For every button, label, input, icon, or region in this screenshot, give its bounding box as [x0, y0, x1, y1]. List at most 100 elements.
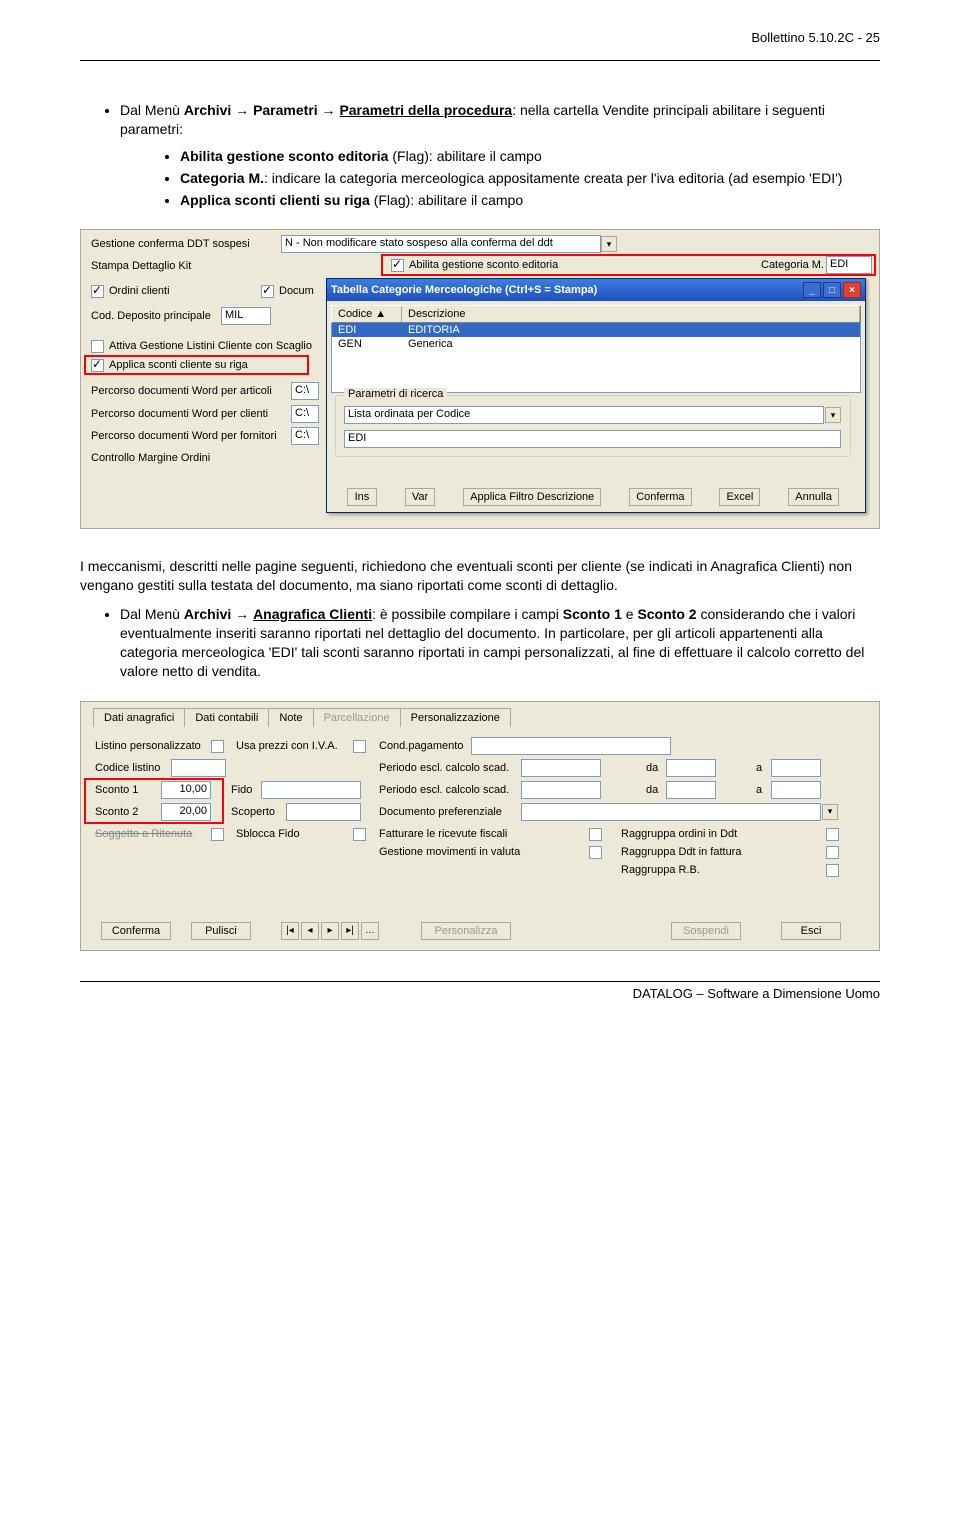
- btn-conferma[interactable]: Conferma: [629, 488, 691, 506]
- chk-raggrb[interactable]: [826, 864, 839, 877]
- lbl-a1: a: [756, 762, 762, 774]
- btn-var[interactable]: Var: [405, 488, 435, 506]
- field-edi-search[interactable]: EDI: [344, 430, 841, 448]
- btn-excel[interactable]: Excel: [719, 488, 760, 506]
- field-codlist[interactable]: [171, 759, 226, 777]
- btn-esci[interactable]: Esci: [781, 922, 841, 940]
- tab-dati-anagrafici[interactable]: Dati anagrafici: [93, 708, 185, 727]
- lbl-scoperto: Scoperto: [231, 806, 275, 818]
- chk-applica[interactable]: [91, 359, 104, 372]
- dropdown-icon-2[interactable]: [825, 407, 841, 423]
- para-anagrafica: Dal Menù Archivi → Anagrafica Clienti: è…: [120, 605, 880, 681]
- para-meccanismi: I meccanismi, descritti nelle pagine seg…: [80, 557, 880, 595]
- chk-ordini[interactable]: [91, 285, 104, 298]
- btn-personalizza[interactable]: Personalizza: [421, 922, 511, 940]
- lbl-raggddt: Raggruppa Ddt in fattura: [621, 846, 741, 858]
- btn-annulla[interactable]: Annulla: [788, 488, 839, 506]
- field-a2[interactable]: [771, 781, 821, 799]
- dropdown-icon-3[interactable]: [822, 804, 838, 820]
- minimize-button[interactable]: _: [803, 282, 821, 298]
- lbl-docum: Docum: [279, 285, 314, 297]
- chk-sblocca[interactable]: [353, 828, 366, 841]
- field-mil[interactable]: MIL: [221, 307, 271, 325]
- field-lista-ord[interactable]: Lista ordinata per Codice: [344, 406, 824, 424]
- tab-dati-contabili[interactable]: Dati contabili: [184, 708, 269, 727]
- btn-conferma2[interactable]: Conferma: [101, 922, 171, 940]
- lbl-gest-conf: Gestione conferma DDT sospesi: [91, 238, 250, 250]
- nav-last-icon[interactable]: ▸|: [341, 922, 359, 940]
- chk-gestmov[interactable]: [589, 846, 602, 859]
- chk-attiva[interactable]: [91, 340, 104, 353]
- chk-abilita[interactable]: [391, 259, 404, 272]
- field-periodo2[interactable]: [521, 781, 601, 799]
- btn-sospendi[interactable]: Sospendi: [671, 922, 741, 940]
- nav-more-icon[interactable]: …: [361, 922, 379, 940]
- lbl-a2: a: [756, 784, 762, 796]
- field-fido[interactable]: [261, 781, 361, 799]
- popup-title: Tabella Categorie Merceologiche (Ctrl+S …: [331, 284, 597, 296]
- field-da2[interactable]: [666, 781, 716, 799]
- field-a1[interactable]: [771, 759, 821, 777]
- footer-rule: [80, 981, 880, 982]
- lbl-sblocca: Sblocca Fido: [236, 828, 300, 840]
- fieldset-title: Parametri di ricerca: [344, 388, 447, 400]
- field-ccli[interactable]: C:\: [291, 405, 319, 423]
- header-page-label: Bollettino 5.10.2C - 25: [751, 30, 880, 45]
- lbl-raggord: Raggruppa ordini in Ddt: [621, 828, 737, 840]
- lbl-codlist: Codice listino: [95, 762, 160, 774]
- field-cart[interactable]: C:\: [291, 382, 319, 400]
- lbl-abilita: Abilita gestione sconto editoria: [409, 259, 558, 271]
- lbl-perc-cli: Percorso documenti Word per clienti: [91, 408, 268, 420]
- close-button[interactable]: ×: [843, 282, 861, 298]
- lbl-gestmov: Gestione movimenti in valuta: [379, 846, 520, 858]
- lbl-ordini: Ordini clienti: [109, 285, 170, 297]
- lbl-periodo2: Periodo escl. calcolo scad.: [379, 784, 509, 796]
- lbl-usa-prezzi: Usa prezzi con I.V.A.: [236, 740, 338, 752]
- lbl-soggetto: Soggetto a Ritenuta: [95, 828, 192, 840]
- lbl-coddep: Cod. Deposito principale: [91, 310, 211, 322]
- chk-raggddt[interactable]: [826, 846, 839, 859]
- chk-fattric[interactable]: [589, 828, 602, 841]
- popup-categorie: Tabella Categorie Merceologiche (Ctrl+S …: [326, 278, 866, 513]
- field-sconto1[interactable]: 10,00: [161, 781, 211, 799]
- field-condpag[interactable]: [471, 737, 671, 755]
- lbl-applica: Applica sconti cliente su riga: [109, 359, 248, 371]
- lbl-listino: Listino personalizzato: [95, 740, 201, 752]
- list-body[interactable]: EDIEDITORIA GENGenerica: [331, 323, 861, 393]
- field-docpref[interactable]: [521, 803, 821, 821]
- maximize-button[interactable]: □: [823, 282, 841, 298]
- btn-filtro[interactable]: Applica Filtro Descrizione: [463, 488, 601, 506]
- chk-iva[interactable]: [353, 740, 366, 753]
- chk-listino[interactable]: [211, 740, 224, 753]
- row-edi[interactable]: EDIEDITORIA: [332, 323, 860, 337]
- para-archivi: Dal Menù Archivi → Parametri → Parametri…: [120, 101, 880, 209]
- tab-note[interactable]: Note: [268, 708, 313, 727]
- nav-next-icon[interactable]: ▸: [321, 922, 339, 940]
- btn-pulisci[interactable]: Pulisci: [191, 922, 251, 940]
- tab-parcellazione[interactable]: Parcellazione: [313, 708, 401, 727]
- chk-docum[interactable]: [261, 285, 274, 298]
- field-sconto2[interactable]: 20,00: [161, 803, 211, 821]
- dropdown-icon[interactable]: [601, 236, 617, 252]
- field-nonmod[interactable]: N - Non modificare stato sospeso alla co…: [281, 235, 601, 253]
- chk-raggord[interactable]: [826, 828, 839, 841]
- btn-ins[interactable]: Ins: [347, 488, 377, 506]
- row-gen[interactable]: GENGenerica: [332, 337, 860, 351]
- chk-sogg[interactable]: [211, 828, 224, 841]
- lbl-stampa: Stampa Dettaglio Kit: [91, 260, 191, 272]
- tab-personalizzazione[interactable]: Personalizzazione: [400, 708, 511, 727]
- nav-first-icon[interactable]: |◂: [281, 922, 299, 940]
- lbl-perc-art: Percorso documenti Word per articoli: [91, 385, 272, 397]
- field-scoperto[interactable]: [286, 803, 361, 821]
- lbl-fido: Fido: [231, 784, 252, 796]
- lbl-catm: Categoria M.: [761, 259, 824, 271]
- nav-prev-icon[interactable]: ◂: [301, 922, 319, 940]
- nav-icons: |◂ ◂ ▸ ▸| …: [281, 922, 379, 940]
- popup-titlebar[interactable]: Tabella Categorie Merceologiche (Ctrl+S …: [327, 279, 865, 301]
- col-codice[interactable]: Codice ▲: [332, 306, 402, 322]
- field-da1[interactable]: [666, 759, 716, 777]
- field-periodo1[interactable]: [521, 759, 601, 777]
- field-catm[interactable]: EDI: [826, 256, 872, 274]
- field-cfor[interactable]: C:\: [291, 427, 319, 445]
- col-descrizione[interactable]: Descrizione: [402, 306, 860, 322]
